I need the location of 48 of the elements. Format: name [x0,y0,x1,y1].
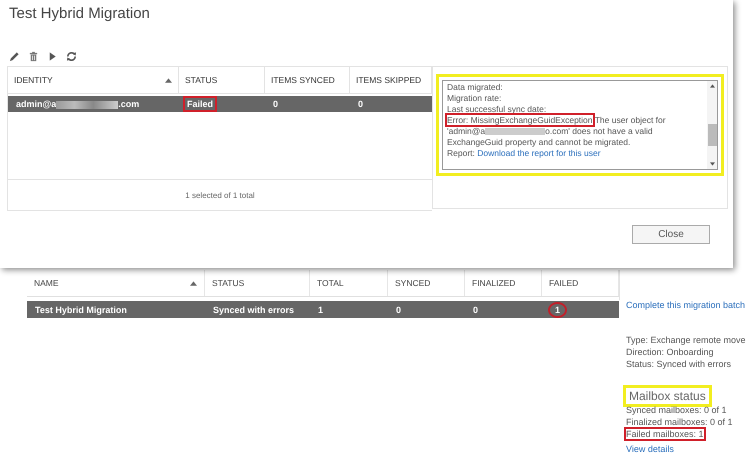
delete-icon[interactable] [28,51,39,62]
scroll-up-icon[interactable] [710,84,714,88]
column-header[interactable]: STATUS [205,270,310,296]
column-header[interactable]: ITEMS SKIPPED [350,67,432,93]
detail-text: Report: [447,148,475,158]
table-row[interactable]: admin@a .com Failed 0 0 [8,96,432,112]
edit-icon[interactable] [9,51,20,62]
stat-text: Failed mailboxes: 1 [626,429,704,439]
table-cell-text: 0 [472,304,480,316]
column-header[interactable]: STATUS [179,67,265,93]
table-cell-text: 1 [317,304,324,316]
column-header[interactable]: NAME [27,270,205,296]
table-cell: 1 [548,302,568,318]
column-header[interactable]: TOTAL [310,270,388,296]
scrollbar[interactable] [707,81,717,169]
table-cell-text: Test Hybrid Migration [34,304,128,316]
info-text: Status: Synced with errors [626,358,732,370]
section-heading: Mailbox status [626,388,709,404]
scrollbar-thumb[interactable] [708,124,716,146]
stat-text: Finalized mailboxes: 0 of 1 [626,417,733,427]
table-cell-text: 0 [272,98,280,110]
table-cell-text: admin@a .com [15,98,140,110]
scroll-down-icon[interactable] [710,162,714,166]
column-header[interactable]: IDENTITY [8,67,179,93]
info-text: Direction: Onboarding [626,346,715,358]
column-header[interactable]: FAILED [542,270,619,296]
error-text: Error: MissingExchangeGuidException The user object for 'admin@a o.com' does not have a valid ExchangeGuid property and cannot be migrated. [447,115,667,148]
column-header[interactable]: SYNCED [388,270,465,296]
column-header[interactable]: ITEMS SYNCED [265,67,350,93]
table-cell-text: 0 [357,98,364,110]
play-icon[interactable] [47,51,58,62]
view-details-link[interactable]: View details [626,444,674,454]
dialog-title: Test Hybrid Migration [8,4,151,22]
table-cell: Failed [185,98,216,110]
selection-count: 1 selected of 1 total [185,190,255,200]
complete-batch-link[interactable]: Complete this migration batch [626,300,746,310]
table-row[interactable]: Test Hybrid Migration Synced with errors 1 0 0 1 [27,301,619,318]
detail-text: Last successful sync date: [447,104,548,115]
detail-text: Data migrated: [447,82,504,93]
refresh-icon[interactable] [66,51,77,62]
table-cell-text: 0 [395,304,402,316]
column-header[interactable]: FINALIZED [465,270,542,296]
detail-text: Migration rate: [447,93,502,104]
close-button[interactable]: Close [632,225,710,244]
table-cell-text: Synced with errors [212,304,296,316]
stat-text: Synced mailboxes: 0 of 1 [626,405,727,415]
download-report-link[interactable]: Download the report for this user [477,148,601,158]
info-text: Type: Exchange remote move [626,334,747,346]
